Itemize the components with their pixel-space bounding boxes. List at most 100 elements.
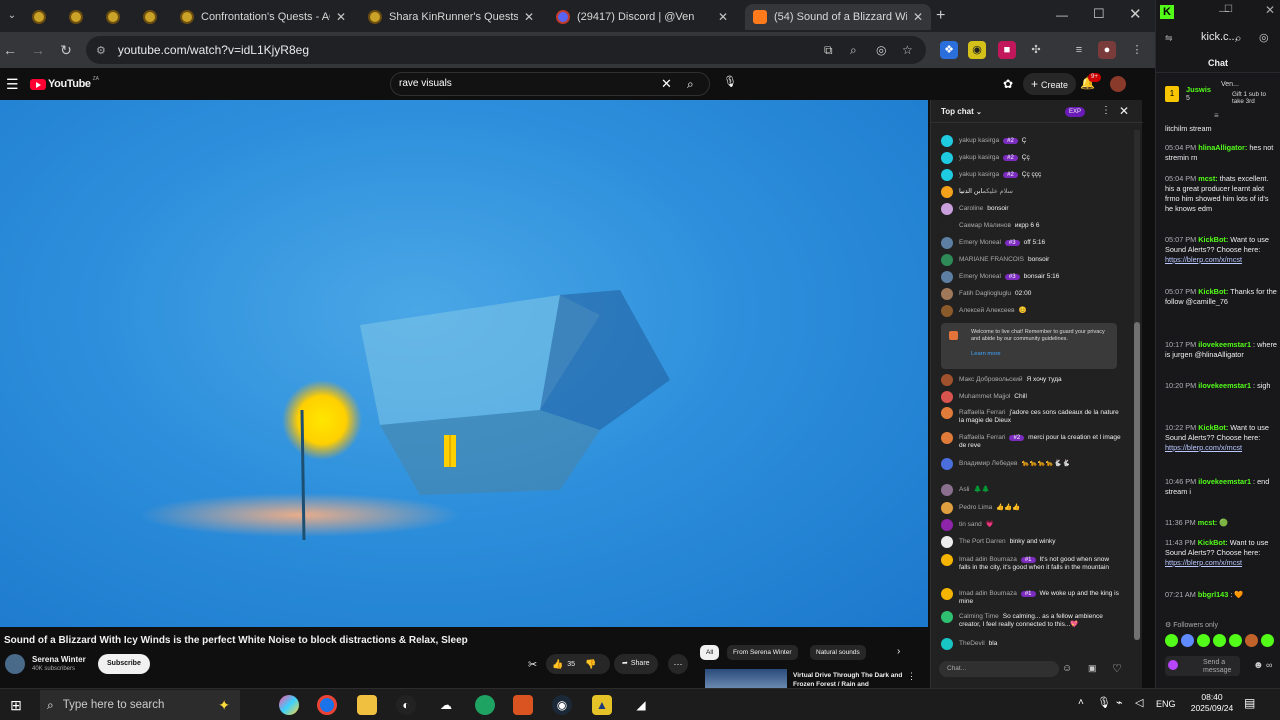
more-actions-icon[interactable]: ⋯ bbox=[668, 654, 688, 674]
copilot-icon[interactable] bbox=[279, 695, 299, 715]
clear-search-icon[interactable]: ✕ bbox=[661, 73, 672, 95]
kick-username[interactable]: mcst: bbox=[1198, 518, 1217, 527]
emote-icon[interactable] bbox=[1245, 634, 1258, 647]
youtube-logo[interactable]: YouTube ZA bbox=[30, 76, 99, 90]
extension-2-icon[interactable]: ◉ bbox=[968, 41, 986, 59]
chat-avatar[interactable] bbox=[941, 305, 953, 317]
search-icon[interactable]: ⌕ bbox=[687, 73, 694, 95]
chat-avatar[interactable] bbox=[941, 554, 953, 566]
chat-avatar[interactable] bbox=[941, 432, 953, 444]
chat-avatar[interactable] bbox=[941, 407, 953, 419]
chat-avatar[interactable] bbox=[941, 152, 953, 164]
channel-avatar[interactable] bbox=[5, 654, 25, 674]
chat-input[interactable]: Chat... bbox=[939, 661, 1059, 677]
browser-tab[interactable]: (29417) Discord | @Ven ✕ bbox=[548, 4, 736, 30]
chat-author-name[interactable]: Владимир Лебедев bbox=[959, 460, 1017, 467]
chat-author-name[interactable]: Алексей Алексеев bbox=[959, 307, 1015, 314]
forward-icon[interactable]: → bbox=[28, 40, 48, 60]
chat-author-name[interactable]: سلام عليكم bbox=[983, 188, 1014, 195]
kick-username[interactable]: hlinaAlligator: bbox=[1198, 143, 1247, 152]
chips-next-icon[interactable]: › bbox=[897, 646, 900, 657]
chat-avatar[interactable] bbox=[941, 458, 953, 470]
super-chat-icon[interactable]: ▣ bbox=[1088, 663, 1097, 674]
volume-icon[interactable]: ◁ bbox=[1135, 696, 1143, 709]
kick-message-link[interactable]: https://blerp.com/x/mcst bbox=[1165, 255, 1242, 264]
windows-start-icon[interactable]: ⊞ bbox=[6, 695, 26, 715]
app-icon[interactable]: ☁ bbox=[436, 695, 456, 715]
chat-author-name[interactable]: MARIANE FRANCOIS bbox=[959, 256, 1024, 263]
bookmark-star-icon[interactable]: ☆ bbox=[902, 43, 913, 57]
zoom-icon[interactable]: ⌕ bbox=[1235, 31, 1242, 46]
app-icon[interactable]: ◢ bbox=[631, 695, 651, 715]
browser-tab[interactable] bbox=[61, 4, 95, 30]
kick-username[interactable]: ilovekeemstar1 bbox=[1198, 477, 1251, 486]
exp-badge[interactable]: EXP bbox=[1065, 107, 1086, 117]
browser-tab[interactable]: Shara KinRunner's Quests - AQ✕ bbox=[360, 4, 542, 30]
channel-name[interactable]: Serena Winter bbox=[32, 655, 86, 664]
emote-icon[interactable] bbox=[1181, 634, 1194, 647]
search-input[interactable]: rave visuals ✕ ⌕ bbox=[390, 72, 710, 96]
browser-tab[interactable]: Confrontation's Quests - AQW✕ bbox=[172, 4, 354, 30]
chat-avatar[interactable] bbox=[941, 203, 953, 215]
reload-icon[interactable]: ↻ bbox=[56, 40, 76, 60]
maximize-icon[interactable]: ☐ bbox=[1224, 4, 1233, 15]
chat-scrollbar[interactable] bbox=[1134, 130, 1140, 640]
emote-picker-icon[interactable]: ☻ bbox=[1253, 660, 1264, 671]
close-tab-icon[interactable]: ✕ bbox=[518, 10, 534, 24]
tray-chevron-icon[interactable]: ˄ bbox=[1078, 697, 1084, 708]
site-info-icon[interactable]: ⚙ bbox=[96, 44, 106, 57]
app-icon[interactable] bbox=[475, 695, 495, 715]
chat-author-name[interactable]: TheDevil bbox=[959, 640, 985, 647]
apps-icon[interactable]: ✿ bbox=[1003, 77, 1013, 91]
close-icon[interactable]: ✕ bbox=[1265, 3, 1275, 17]
browser-tab[interactable] bbox=[24, 4, 58, 30]
extension-1-icon[interactable]: ❖ bbox=[940, 41, 958, 59]
close-tab-icon[interactable]: ✕ bbox=[907, 10, 923, 24]
chat-author-name[interactable]: Muhammet Majjol bbox=[959, 393, 1010, 400]
chat-scrollbar-thumb[interactable] bbox=[1134, 322, 1140, 640]
chat-avatar[interactable] bbox=[941, 611, 953, 623]
taskbar-search[interactable]: ⌕ Type here to search ✦ bbox=[40, 690, 240, 720]
network-icon[interactable]: ⌁ bbox=[1116, 696, 1123, 709]
kick-message-link[interactable]: https://blerp.com/x/mcst bbox=[1165, 558, 1242, 567]
kick-menu-icon[interactable]: ⇋ bbox=[1165, 33, 1173, 44]
back-icon[interactable]: ← bbox=[0, 40, 20, 60]
share-button[interactable]: ➦ Share bbox=[614, 654, 658, 674]
browser-tab[interactable]: (54) Sound of a Blizzard Wi ✕ bbox=[745, 4, 931, 30]
app-icon[interactable]: ▲ bbox=[592, 695, 612, 715]
chat-author-name[interactable]: yakup kasirga bbox=[959, 137, 999, 144]
maximize-icon[interactable]: ☐ bbox=[1093, 6, 1105, 22]
chat-author-name[interactable]: Emery Moneal bbox=[959, 273, 1001, 280]
chat-avatar[interactable] bbox=[941, 374, 953, 386]
chat-author-name[interactable]: Asli bbox=[959, 486, 969, 493]
zoom-icon[interactable]: ⌕ bbox=[850, 43, 857, 58]
chat-author-name[interactable]: Сакмар Малинов bbox=[959, 222, 1011, 229]
extension-3-icon[interactable]: ■ bbox=[998, 41, 1016, 59]
kick-message-link[interactable]: https://blerp.com/x/mcst bbox=[1165, 443, 1242, 452]
profile-avatar[interactable]: ● bbox=[1098, 41, 1116, 59]
chat-avatar[interactable] bbox=[941, 254, 953, 266]
chat-author-name[interactable]: Caroline bbox=[959, 205, 983, 212]
chat-author-name[interactable]: Raffaella Ferrari bbox=[959, 409, 1005, 416]
kick-username[interactable]: ilovekeemstar1 bbox=[1198, 340, 1251, 349]
subscribe-button[interactable]: Subscribe bbox=[98, 654, 150, 674]
chat-avatar[interactable] bbox=[941, 237, 953, 249]
chat-author-name[interactable]: tin sand bbox=[959, 521, 982, 528]
media-icon[interactable]: ≡ bbox=[1070, 41, 1088, 59]
steam-icon[interactable]: ◉ bbox=[552, 695, 572, 715]
eye-off-icon[interactable]: ◎ bbox=[1259, 31, 1269, 44]
chat-author-name[interactable]: Макс Добровольский bbox=[959, 376, 1023, 383]
close-window-icon[interactable]: ✕ bbox=[1129, 5, 1142, 23]
browser-tab[interactable] bbox=[135, 4, 169, 30]
avatar[interactable] bbox=[1110, 76, 1126, 92]
chat-author-name[interactable]: Raffaella Ferrari bbox=[959, 434, 1005, 441]
browser-menu-icon[interactable]: ⋮ bbox=[1128, 41, 1146, 59]
emote-icon[interactable] bbox=[1229, 634, 1242, 647]
chat-author-name[interactable]: Fatih Dagliogluglu bbox=[959, 290, 1011, 297]
clock[interactable]: 08:40 2025/09/24 bbox=[1190, 692, 1234, 714]
kick-username[interactable]: bbgrl143 bbox=[1198, 590, 1228, 599]
chat-avatar[interactable] bbox=[941, 288, 953, 300]
settings-icon[interactable]: ∞ bbox=[1266, 660, 1272, 670]
kick-username[interactable]: mcst: bbox=[1198, 174, 1217, 183]
chip-from-channel[interactable]: From Serena Winter bbox=[727, 645, 798, 660]
